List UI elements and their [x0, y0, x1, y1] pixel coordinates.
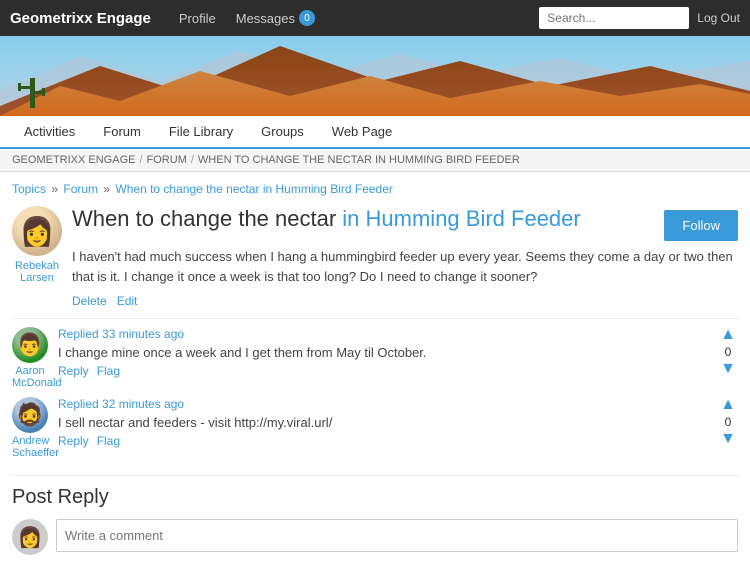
subnav-activities[interactable]: Activities — [10, 116, 89, 147]
subnav: Activities Forum File Library Groups Web… — [0, 116, 750, 149]
post-actions: Delete Edit — [72, 294, 738, 308]
topics-link[interactable]: Topics — [12, 182, 46, 196]
messages-badge: 0 — [299, 10, 315, 26]
search-input[interactable] — [539, 7, 689, 29]
subnav-groups[interactable]: Groups — [247, 116, 318, 147]
breadcrumb-current: WHEN TO CHANGE THE NECTAR IN HUMMING BIR… — [198, 154, 520, 166]
post-reply-section: Post Reply 👩 — [12, 475, 738, 555]
vote-controls-2: ▲ 0 ▼ — [718, 397, 738, 459]
vote-count-1: 0 — [725, 345, 732, 359]
reply-link-2[interactable]: Reply — [58, 434, 89, 448]
avatar: 👩 — [12, 206, 62, 256]
upvote-2[interactable]: ▲ — [720, 397, 736, 413]
breadcrumb-home: GEOMETRIXX ENGAGE — [12, 154, 135, 166]
topic-breadcrumb: Topics » Forum » When to change the nect… — [12, 182, 738, 196]
delete-link[interactable]: Delete — [72, 294, 107, 308]
subnav-forum[interactable]: Forum — [89, 116, 155, 147]
reply-author-2: Andrew Schaeffer — [12, 435, 48, 459]
vote-controls-1: ▲ 0 ▼ — [718, 327, 738, 389]
reply-2: 🧔 Andrew Schaeffer Replied 32 minutes ag… — [12, 397, 738, 459]
navbar-links: Profile Messages 0 — [171, 10, 539, 26]
main-content: Topics » Forum » When to change the nect… — [0, 172, 750, 565]
downvote-2[interactable]: ▼ — [720, 431, 736, 447]
reply-actions-2: Reply Flag — [58, 434, 708, 448]
reply-text-1: I change mine once a week and I get them… — [58, 345, 708, 360]
reply-avatar-1: 👨 — [12, 327, 48, 363]
reply-actions-1: Reply Flag — [58, 364, 708, 378]
post-body: When to change the nectar in Humming Bir… — [72, 206, 738, 308]
post-text: I haven't had much success when I hang a… — [72, 247, 738, 286]
reply-input-row: 👩 — [12, 519, 738, 555]
follow-button[interactable]: Follow — [664, 210, 738, 241]
subnav-file-library[interactable]: File Library — [155, 116, 247, 147]
post-divider — [12, 318, 738, 319]
reply-avatar-2: 🧔 — [12, 397, 48, 433]
breadcrumb-forum: FORUM — [147, 154, 187, 166]
reply-time-1: Replied 33 minutes ago — [58, 327, 708, 341]
breadcrumb: GEOMETRIXX ENGAGE / FORUM / WHEN TO CHAN… — [0, 149, 750, 172]
post-title: When to change the nectar in Humming Bir… — [72, 206, 581, 232]
subnav-web-page[interactable]: Web Page — [318, 116, 406, 147]
reply-author-1: Aaron McDonald — [12, 365, 48, 389]
edit-link[interactable]: Edit — [117, 294, 138, 308]
nav-messages[interactable]: Messages 0 — [228, 10, 323, 26]
flag-link-1[interactable]: Flag — [97, 364, 120, 378]
forum-link[interactable]: Forum — [63, 182, 98, 196]
reply-link-1[interactable]: Reply — [58, 364, 89, 378]
reply-body-1: Replied 33 minutes ago I change mine onc… — [58, 327, 708, 389]
post-title-row: When to change the nectar in Humming Bir… — [72, 206, 738, 241]
reply-body-2: Replied 32 minutes ago I sell nectar and… — [58, 397, 708, 459]
reply-time-2: Replied 32 minutes ago — [58, 397, 708, 411]
vote-count-2: 0 — [725, 415, 732, 429]
post-reply-title: Post Reply — [12, 486, 738, 509]
upvote-1[interactable]: ▲ — [720, 327, 736, 343]
nav-profile[interactable]: Profile — [171, 11, 224, 26]
flag-link-2[interactable]: Flag — [97, 434, 120, 448]
reply-text-2: I sell nectar and feeders - visit http:/… — [58, 415, 708, 430]
current-topic-link[interactable]: When to change the nectar in Humming Bir… — [115, 182, 392, 196]
logout-button[interactable]: Log Out — [697, 11, 740, 25]
reply-user-avatar: 👩 — [12, 519, 48, 555]
search-container — [539, 7, 689, 29]
hero-image — [0, 36, 750, 116]
brand-name: Geometrixx Engage — [10, 10, 151, 27]
main-post: 👩 Rebekah Larsen When to change the nect… — [12, 206, 738, 308]
post-author-label: Rebekah Larsen — [12, 260, 62, 284]
downvote-1[interactable]: ▼ — [720, 361, 736, 377]
reply-input[interactable] — [56, 519, 738, 552]
reply-1: 👨 Aaron McDonald Replied 33 minutes ago … — [12, 327, 738, 389]
navbar: Geometrixx Engage Profile Messages 0 Log… — [0, 0, 750, 36]
